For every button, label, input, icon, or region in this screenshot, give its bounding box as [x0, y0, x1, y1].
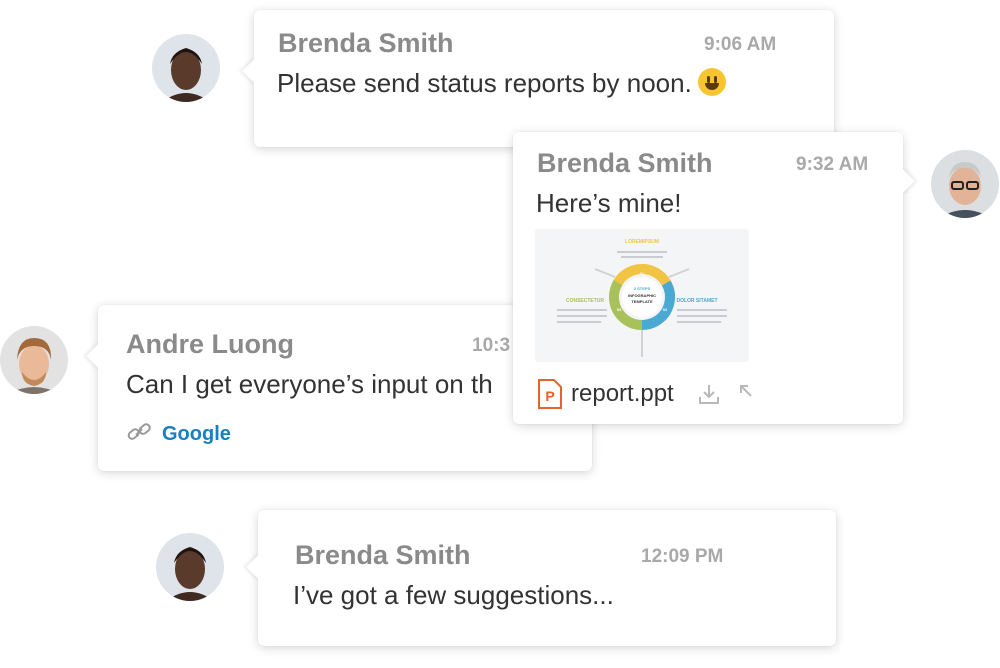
download-icon[interactable] [697, 382, 721, 411]
grinning-face-emoji-icon [697, 68, 726, 96]
message-bubble: Brenda Smith 9:32 AM Here’s mine! LOREMI… [513, 132, 915, 424]
thumbnail-top-label: LOREMIPSUM [625, 239, 659, 245]
message-bubble: Brenda Smith 12:09 PM I’ve got a few sug… [246, 510, 836, 646]
attachment-thumbnail[interactable]: LOREMIPSUM 3 STEPS INFOGRAPHIC TEMPLATE … [535, 229, 749, 362]
powerpoint-file-icon: P [537, 378, 563, 415]
avatar-reply-user[interactable] [931, 150, 999, 218]
link-icon [126, 421, 152, 449]
message-bubble: Brenda Smith 9:06 AM Please send status … [242, 10, 834, 147]
message-text-content: Please send status reports by noon. [277, 68, 692, 98]
avatar-andre-luong[interactable] [0, 326, 68, 394]
avatar-brenda-smith[interactable] [152, 34, 220, 102]
message-text: Can I get everyone’s input on th [126, 369, 493, 399]
svg-text:CONSECTETUR: CONSECTETUR [566, 298, 604, 304]
timestamp: 9:32 AM [796, 154, 869, 175]
link-preview[interactable]: Google [126, 421, 231, 449]
timestamp: 10:3 [472, 335, 511, 356]
sender-name: Andre Luong [126, 329, 294, 359]
sender-name: Brenda Smith [278, 28, 454, 58]
timestamp: 9:06 AM [704, 34, 777, 55]
svg-text:02: 02 [663, 307, 668, 312]
open-arrow-icon[interactable] [737, 382, 755, 405]
svg-text:03: 03 [617, 307, 622, 312]
timestamp: 12:09 PM [641, 546, 724, 567]
sender-name: Brenda Smith [295, 540, 471, 570]
link-label[interactable]: Google [162, 423, 231, 445]
message-text: Please send status reports by noon. [277, 68, 726, 99]
svg-text:TEMPLATE: TEMPLATE [631, 299, 653, 304]
avatar-brenda-smith[interactable] [156, 533, 224, 601]
svg-text:3 STEPS: 3 STEPS [634, 286, 651, 291]
file-name[interactable]: report.ppt [571, 380, 674, 408]
svg-text:P: P [545, 388, 554, 404]
message-text: I’ve got a few suggestions... [293, 580, 614, 610]
svg-text:01: 01 [640, 271, 645, 276]
sender-name: Brenda Smith [537, 148, 713, 178]
message-text: Here’s mine! [536, 188, 682, 218]
svg-text:INFOGRAPHIC: INFOGRAPHIC [628, 293, 656, 298]
svg-text:DOLOR SITAMET: DOLOR SITAMET [676, 298, 717, 304]
